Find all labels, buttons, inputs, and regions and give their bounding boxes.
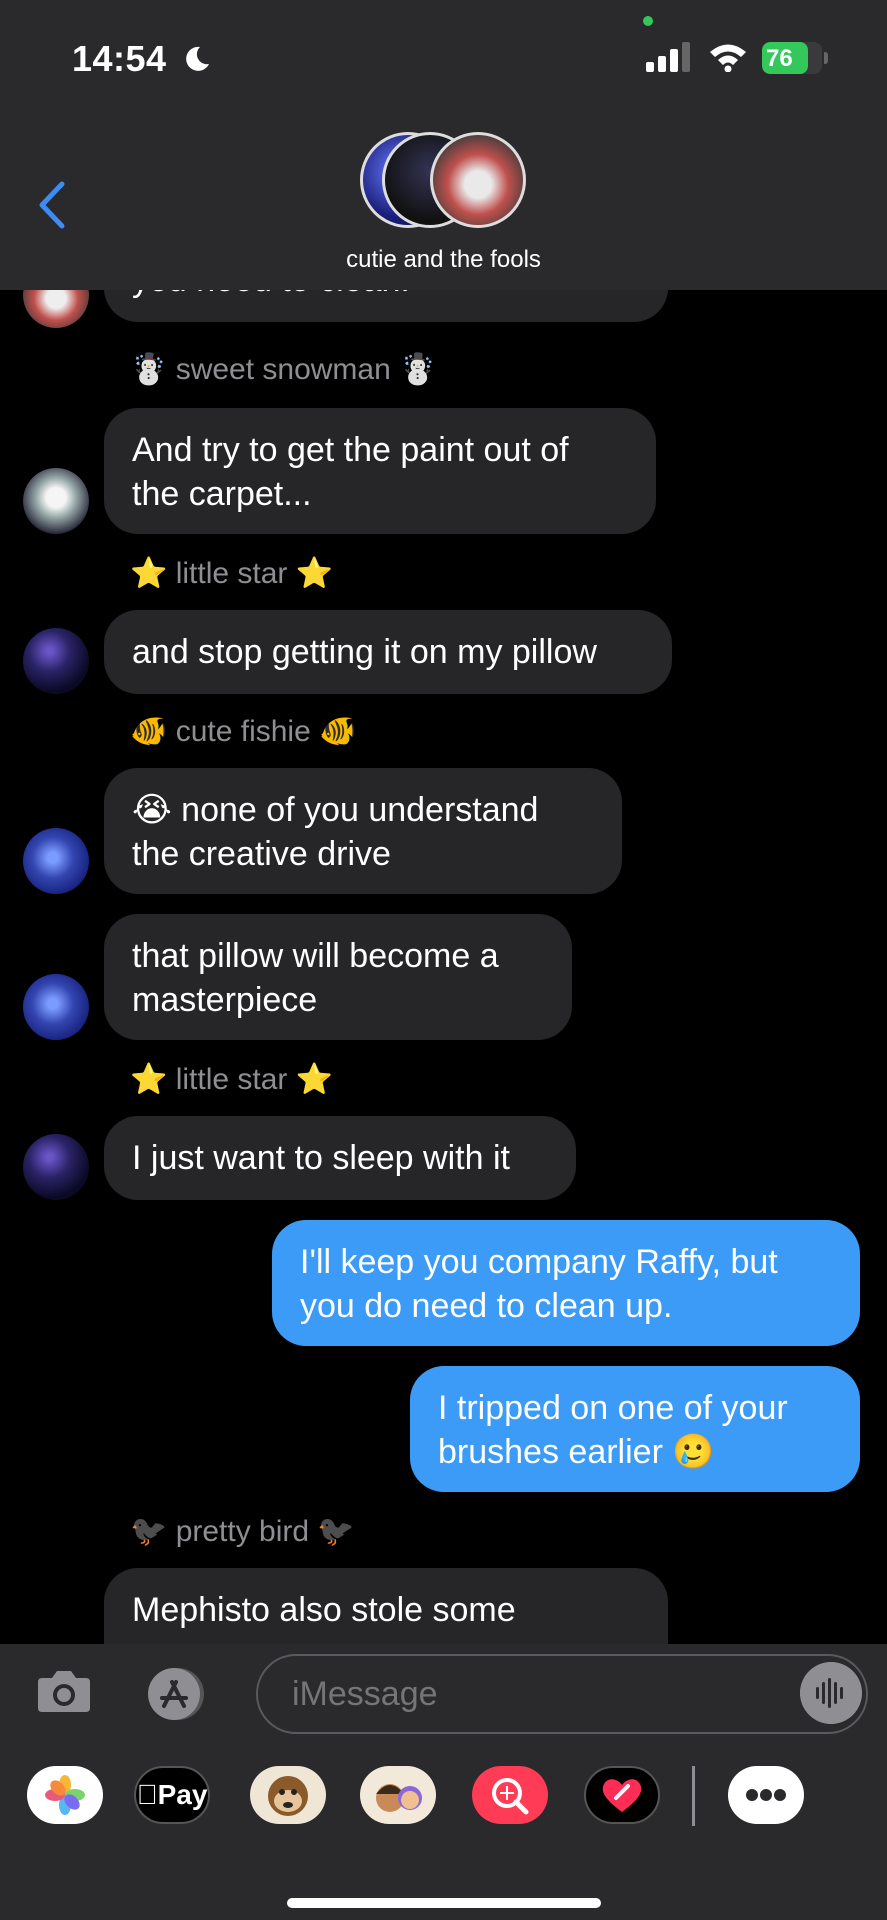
battery-indicator: 76 [762, 42, 828, 74]
sender-avatar[interactable] [23, 1134, 89, 1200]
sender-avatar[interactable] [23, 628, 89, 694]
message-text: and stop getting it on my pillow [132, 633, 597, 671]
message-text: that pillow will become a masterpiece [132, 937, 499, 1019]
status-bar: 14:54 76 [0, 0, 887, 110]
message-text: I'll keep you company Raffy, but you do … [300, 1243, 778, 1325]
message-text: And try to get the paint out of the carp… [132, 431, 569, 513]
app-store-icon[interactable] [142, 1666, 212, 1722]
imessage-app-drawer: Pay [0, 1744, 887, 1920]
memoji-app-icon[interactable] [360, 1766, 436, 1824]
app-drawer-divider [692, 1766, 695, 1826]
sent-message[interactable]: I tripped on one of your brushes earlier… [410, 1366, 860, 1492]
message-text: Mephisto also stole some [132, 1591, 516, 1629]
sent-message[interactable]: I'll keep you company Raffy, but you do … [272, 1220, 860, 1346]
wifi-icon [710, 44, 746, 72]
camera-icon[interactable] [36, 1668, 92, 1714]
sender-avatar[interactable] [23, 828, 89, 894]
home-indicator[interactable] [287, 1898, 601, 1908]
sender-name: ⭐ little star ⭐ [130, 1063, 334, 1096]
back-chevron-icon[interactable] [36, 180, 68, 230]
more-apps-icon[interactable] [728, 1766, 804, 1824]
image-search-app-icon[interactable] [472, 1766, 548, 1824]
status-time: 14:54 [72, 38, 167, 79]
battery-cap [824, 52, 828, 64]
camera-in-use-indicator [643, 16, 653, 26]
message-text: I just want to sleep with it [132, 1139, 510, 1177]
apple-pay-button[interactable]: Pay [134, 1766, 210, 1824]
digital-touch-app-icon[interactable] [584, 1766, 660, 1824]
group-avatar-stack[interactable] [360, 132, 530, 232]
cellular-signal-icon [646, 42, 690, 72]
sender-avatar[interactable] [23, 290, 89, 328]
received-message[interactable]: And try to get the paint out of the carp… [104, 408, 656, 534]
audio-message-icon[interactable] [800, 1662, 862, 1724]
sender-avatar[interactable] [23, 974, 89, 1040]
sender-name: 🐠 cute fishie 🐠 [130, 715, 357, 748]
sender-name: ☃️ sweet snowman ☃️ [130, 353, 437, 386]
photos-app-icon[interactable] [27, 1766, 103, 1824]
received-message[interactable]: I just want to sleep with it [104, 1116, 576, 1200]
received-message[interactable]: Mephisto also stole some [104, 1568, 668, 1644]
received-message[interactable]: you need to clean. [104, 290, 668, 322]
message-text: I tripped on one of your brushes earlier… [438, 1389, 788, 1471]
animoji-app-icon[interactable] [250, 1766, 326, 1824]
do-not-disturb-moon-icon [186, 46, 209, 71]
apple-pay-label: Pay [147, 1779, 208, 1810]
apple-logo-icon:  [137, 1779, 158, 1810]
conversation-header: cutie and the fools [0, 110, 887, 290]
received-message[interactable]: 😭 none of you understand the creative dr… [104, 768, 622, 894]
sender-avatar[interactable] [23, 468, 89, 534]
battery-level: 76 [766, 45, 793, 72]
battery-body: 76 [762, 42, 822, 74]
message-composer [0, 1644, 887, 1744]
group-name[interactable]: cutie and the fools [0, 246, 887, 274]
message-list[interactable]: you need to clean. ☃️ sweet snowman ☃️ A… [0, 290, 887, 1644]
message-text: 😭 none of you understand the creative dr… [132, 791, 539, 873]
imessage-input[interactable] [256, 1654, 868, 1734]
received-message[interactable]: and stop getting it on my pillow [104, 610, 672, 694]
group-avatar-cat [430, 132, 526, 228]
sender-name: 🐦‍⬛ pretty bird 🐦‍⬛ [130, 1515, 355, 1548]
sender-name: ⭐ little star ⭐ [130, 557, 334, 590]
received-message[interactable]: that pillow will become a masterpiece [104, 914, 572, 1040]
message-text: you need to clean. [132, 290, 410, 299]
